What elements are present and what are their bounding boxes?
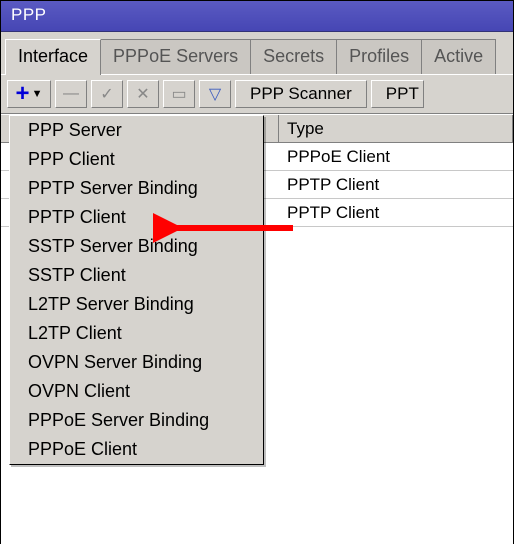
ppp-scanner-button[interactable]: PPP Scanner: [235, 80, 367, 108]
menu-pptp-client[interactable]: PPTP Client: [10, 203, 263, 232]
chevron-down-icon: ▼: [32, 88, 43, 100]
cell-type: PPTP Client: [279, 175, 513, 195]
add-button[interactable]: + ▼: [7, 80, 51, 108]
check-icon: ✓: [100, 84, 113, 104]
minus-icon: —: [63, 85, 79, 103]
tab-pppoe-servers[interactable]: PPPoE Servers: [100, 39, 251, 74]
tabstrip: Interface PPPoE Servers Secrets Profiles…: [1, 32, 513, 74]
tab-active[interactable]: Active: [421, 39, 496, 74]
add-dropdown-menu: PPP Server PPP Client PPTP Server Bindin…: [9, 115, 264, 465]
plus-icon: +: [16, 85, 30, 103]
funnel-icon: ▽: [209, 84, 221, 104]
menu-ppp-server[interactable]: PPP Server: [10, 116, 263, 145]
ppp-window: PPP Interface PPPoE Servers Secrets Prof…: [0, 0, 514, 544]
enable-button[interactable]: ✓: [91, 80, 123, 108]
workarea: Type PPPoE Client PPTP Client PPTP Clien…: [1, 114, 513, 546]
menu-l2tp-server-binding[interactable]: L2TP Server Binding: [10, 290, 263, 319]
x-icon: ✕: [136, 84, 149, 104]
menu-ovpn-client[interactable]: OVPN Client: [10, 377, 263, 406]
tab-profiles[interactable]: Profiles: [336, 39, 422, 74]
menu-pptp-server-binding[interactable]: PPTP Server Binding: [10, 174, 263, 203]
comment-button[interactable]: ▭: [163, 80, 195, 108]
toolbar: + ▼ — ✓ ✕ ▭ ▽ PPP Scanner PPT: [1, 74, 513, 114]
tab-secrets[interactable]: Secrets: [250, 39, 337, 74]
menu-sstp-server-binding[interactable]: SSTP Server Binding: [10, 232, 263, 261]
column-header-type[interactable]: Type: [279, 115, 513, 142]
menu-sstp-client[interactable]: SSTP Client: [10, 261, 263, 290]
menu-l2tp-client[interactable]: L2TP Client: [10, 319, 263, 348]
menu-ppp-client[interactable]: PPP Client: [10, 145, 263, 174]
filter-button[interactable]: ▽: [199, 80, 231, 108]
tab-interface[interactable]: Interface: [5, 39, 101, 75]
note-icon: ▭: [171, 84, 186, 104]
menu-pppoe-server-binding[interactable]: PPPoE Server Binding: [10, 406, 263, 435]
cell-type: PPTP Client: [279, 203, 513, 223]
menu-ovpn-server-binding[interactable]: OVPN Server Binding: [10, 348, 263, 377]
cell-type: PPPoE Client: [279, 147, 513, 167]
window-title: PPP: [1, 1, 513, 32]
remove-button[interactable]: —: [55, 80, 87, 108]
menu-pppoe-client[interactable]: PPPoE Client: [10, 435, 263, 464]
pptp-server-button-truncated[interactable]: PPT: [371, 80, 424, 108]
disable-button[interactable]: ✕: [127, 80, 159, 108]
